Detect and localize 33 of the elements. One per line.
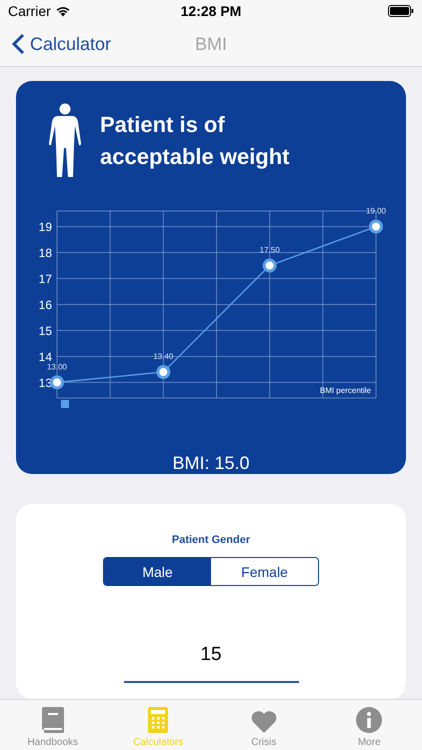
- y-tick-label: 15: [38, 324, 52, 338]
- back-button[interactable]: Calculator: [0, 33, 112, 55]
- status-time: 12:28 PM: [180, 3, 242, 19]
- data-point: [156, 365, 170, 380]
- nav-title: BMI: [195, 34, 228, 54]
- data-point: [262, 258, 277, 273]
- legend-swatch: [61, 400, 69, 408]
- data-point: [50, 375, 64, 390]
- data-label: 19.00: [366, 206, 386, 216]
- data-point: [369, 220, 383, 234]
- picker-value[interactable]: 15: [200, 644, 222, 666]
- y-tick-label: 17: [38, 272, 52, 286]
- info-icon: [356, 707, 382, 733]
- x-axis-title: BMI percentile: [320, 386, 371, 395]
- data-label: 13.40: [153, 352, 174, 362]
- calculator-icon: [148, 707, 168, 733]
- book-icon: [42, 707, 64, 733]
- gender-label: Patient Gender: [172, 534, 250, 546]
- wifi-icon: [54, 5, 71, 17]
- y-tick-label: 19: [38, 220, 52, 234]
- battery-icon: [388, 5, 414, 17]
- bmi-value: BMI: 15.0: [171, 453, 251, 474]
- carrier-label: Carrier: [8, 3, 51, 19]
- human-figure-icon: [48, 103, 82, 179]
- y-tick-label: 18: [38, 246, 52, 260]
- result-title: Patient is of acceptable weight: [100, 111, 291, 171]
- gender-option[interactable]: Male: [104, 558, 211, 585]
- y-tick-label: 14: [38, 350, 52, 364]
- heart-icon: [250, 711, 277, 733]
- y-tick-label: 16: [38, 298, 52, 312]
- chevron-left-icon: [12, 33, 25, 55]
- data-label: 17.50: [260, 246, 280, 255]
- data-label: 13.00: [46, 362, 68, 372]
